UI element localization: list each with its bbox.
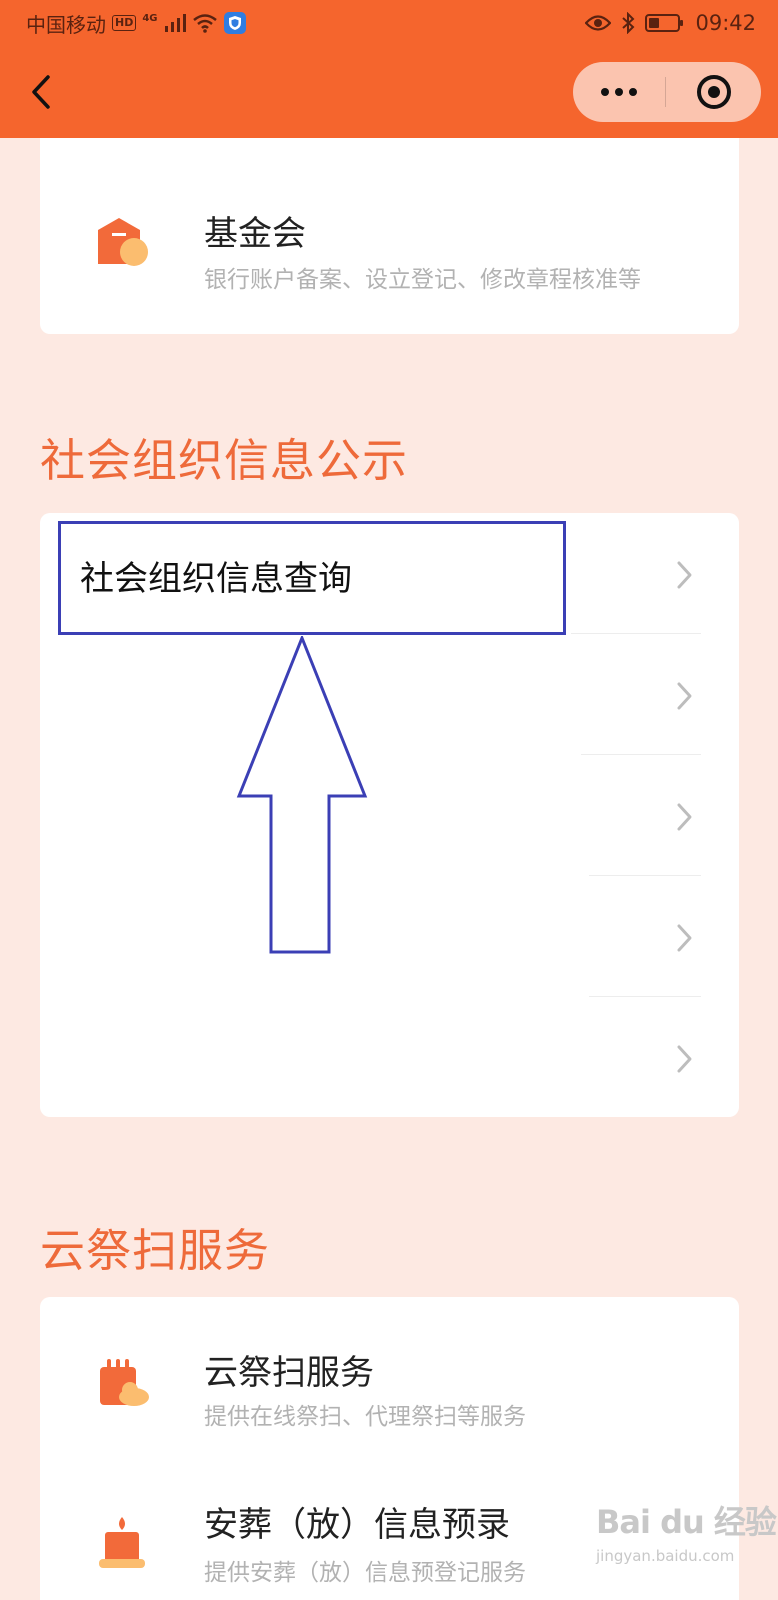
status-bar-right: 09:42 bbox=[585, 10, 756, 36]
network-label: 4G bbox=[142, 12, 158, 24]
memorial-calendar-icon bbox=[100, 1359, 149, 1406]
cloud-memorial-title: 云祭扫服务 bbox=[204, 1353, 374, 1393]
chevron-right-icon bbox=[677, 561, 692, 589]
shield-app-icon bbox=[223, 12, 246, 34]
chevron-left-icon bbox=[32, 75, 50, 109]
list-item[interactable] bbox=[40, 634, 739, 755]
chevron-right-icon bbox=[677, 1045, 692, 1073]
foundation-building-icon bbox=[98, 218, 148, 266]
back-button[interactable] bbox=[22, 68, 62, 118]
list-item[interactable] bbox=[40, 997, 739, 1118]
battery-icon bbox=[645, 14, 684, 32]
hd-badge: HD bbox=[112, 15, 137, 31]
memorial-section-title: 云祭扫服务 bbox=[40, 1224, 271, 1277]
watermark-url: jingyan.baidu.com bbox=[596, 1547, 735, 1565]
more-button[interactable] bbox=[573, 62, 665, 122]
baidu-watermark: Bai du 经验 jingyan.baidu.com bbox=[590, 1477, 778, 1600]
cloud-memorial-description: 提供在线祭扫、代理祭扫等服务 bbox=[204, 1404, 526, 1430]
close-button[interactable] bbox=[666, 62, 761, 122]
chevron-right-icon bbox=[677, 803, 692, 831]
candle-icon bbox=[99, 1517, 145, 1568]
chevron-right-icon bbox=[677, 682, 692, 710]
info-section-title: 社会组织信息公示 bbox=[40, 434, 409, 487]
burial-prereg-description: 提供安葬（放）信息预登记服务 bbox=[204, 1560, 526, 1586]
carrier-label: 中国移动 bbox=[26, 12, 106, 37]
up-arrow-annotation bbox=[236, 636, 368, 954]
clock: 09:42 bbox=[695, 11, 756, 35]
more-dots-icon bbox=[601, 88, 609, 96]
signal-icon bbox=[164, 14, 186, 32]
list-item-cloud-memorial[interactable]: 云祭扫服务 提供在线祭扫、代理祭扫等服务 bbox=[40, 1297, 739, 1457]
more-dot bbox=[615, 88, 623, 96]
status-bar-left: 中国移动 HD 4G bbox=[26, 10, 246, 37]
foundation-card[interactable]: 基金会 银行账户备案、设立登记、修改章程核准等 bbox=[40, 138, 739, 334]
info-query-label[interactable]: 社会组织信息查询 bbox=[80, 551, 352, 600]
wifi-icon bbox=[192, 14, 217, 33]
mini-program-capsule bbox=[573, 62, 761, 122]
more-dot bbox=[629, 88, 637, 96]
target-circle-icon bbox=[696, 75, 731, 109]
list-item[interactable] bbox=[40, 876, 739, 997]
chevron-right-icon bbox=[677, 924, 692, 952]
list-item[interactable] bbox=[40, 755, 739, 876]
watermark-brand: Bai du 经验 bbox=[596, 1503, 777, 1541]
eye-icon bbox=[585, 15, 612, 31]
bluetooth-icon bbox=[622, 12, 635, 34]
foundation-description: 银行账户备案、设立登记、修改章程核准等 bbox=[204, 267, 641, 293]
foundation-title: 基金会 bbox=[204, 214, 306, 254]
burial-prereg-title: 安葬（放）信息预录 bbox=[204, 1505, 510, 1545]
